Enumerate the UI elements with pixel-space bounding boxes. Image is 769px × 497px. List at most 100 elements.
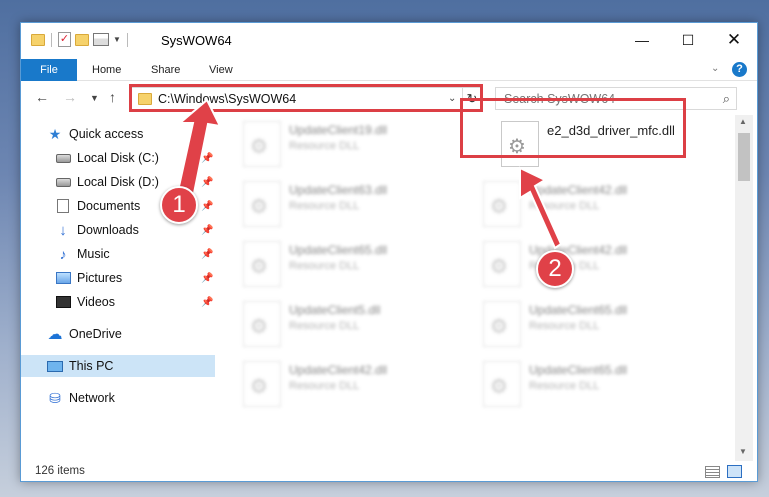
file-list: UpdateClient19.dll Resource DLL e2_d3d_d… [225, 115, 735, 461]
sidebar-item-label: Music [77, 247, 110, 261]
sidebar-item-label: Documents [77, 199, 141, 213]
expand-ribbon-icon[interactable]: ⌄ [711, 63, 719, 74]
new-folder-icon[interactable] [75, 33, 89, 46]
star-icon: ★ [48, 125, 62, 142]
file-name: UpdateClient65.dll [289, 243, 388, 257]
music-icon: ♪ [59, 246, 67, 262]
file-type: Resource DLL [529, 200, 600, 212]
details-view-icon[interactable] [705, 466, 720, 478]
pc-icon [47, 359, 63, 373]
file-highlight-box [460, 98, 686, 158]
scroll-down-icon[interactable]: ▼ [739, 447, 747, 456]
back-button[interactable]: ← [35, 89, 49, 105]
sidebar-item-label: Downloads [77, 223, 139, 237]
dll-file-icon [483, 361, 521, 407]
pin-icon[interactable]: 📌 [201, 225, 213, 236]
dll-file-icon [243, 181, 281, 227]
file-item[interactable]: UpdateClient42.dll Resource DLL [465, 179, 695, 233]
status-bar: 126 items [21, 461, 757, 481]
sidebar-item-videos[interactable]: Videos 📌 [21, 291, 215, 313]
pictures-icon [55, 271, 71, 285]
disk-icon [55, 175, 71, 189]
videos-icon [55, 295, 71, 309]
properties-icon[interactable] [93, 33, 109, 46]
forward-button[interactable]: → [63, 89, 77, 105]
file-item[interactable]: UpdateClient65.dll Resource DLL [465, 299, 695, 353]
recent-locations-icon[interactable]: ▼ [90, 93, 99, 103]
file-type: Resource DLL [289, 320, 360, 332]
dll-file-icon [483, 241, 521, 287]
sidebar-item-onedrive[interactable]: ☁ OneDrive [21, 323, 215, 345]
file-name: UpdateClient5.dll [289, 303, 381, 317]
file-type: Resource DLL [289, 140, 360, 152]
file-name: UpdateClient63.dll [289, 183, 388, 197]
address-highlight-box [129, 84, 483, 112]
file-item[interactable]: UpdateClient65.dll Resource DLL [465, 359, 695, 413]
dll-file-icon [243, 301, 281, 347]
pin-icon[interactable]: 📌 [201, 177, 213, 188]
ribbon-tabs: File Home Share View ⌄ ? [21, 59, 757, 113]
sidebar-item-local-disk-c[interactable]: Local Disk (C:) 📌 [21, 147, 215, 169]
sidebar-item-label: This PC [69, 359, 114, 373]
step-2-badge: 2 [536, 250, 574, 288]
pin-icon[interactable]: 📌 [201, 201, 213, 212]
pin-icon[interactable]: 📌 [201, 273, 213, 284]
folder-icon[interactable] [31, 33, 45, 46]
close-button[interactable]: ✕ [711, 23, 757, 57]
divider [126, 32, 128, 47]
large-icons-view-icon[interactable] [727, 465, 742, 478]
documents-icon [55, 199, 71, 213]
file-type: Resource DLL [289, 380, 360, 392]
title-bar: ✓ ▼ SysWOW64 — ☐ ✕ [21, 23, 757, 59]
scroll-thumb[interactable] [738, 133, 750, 181]
file-item[interactable]: UpdateClient5.dll Resource DLL [225, 299, 455, 353]
tab-share[interactable]: Share [151, 59, 180, 81]
customize-toolbar-icon[interactable]: ▼ [113, 35, 121, 44]
maximize-button[interactable]: ☐ [665, 23, 711, 57]
scroll-up-icon[interactable]: ▲ [739, 117, 747, 126]
sidebar-item-music[interactable]: ♪ Music 📌 [21, 243, 215, 265]
sidebar-item-label: Network [69, 391, 115, 405]
navigation-pane: ★ Quick access Local Disk (C:) 📌 Local D… [21, 115, 215, 461]
properties-check-icon[interactable]: ✓ [58, 32, 71, 47]
file-type: Resource DLL [289, 200, 360, 212]
help-icon[interactable]: ? [732, 62, 747, 77]
quick-access-toolbar: ✓ ▼ [31, 32, 130, 47]
sidebar-item-quick-access[interactable]: ★ Quick access [21, 123, 215, 145]
dll-file-icon [243, 361, 281, 407]
tab-home[interactable]: Home [92, 59, 121, 81]
sidebar-item-label: Videos [77, 295, 115, 309]
sidebar-item-label: OneDrive [69, 327, 122, 341]
file-item[interactable]: UpdateClient65.dll Resource DLL [225, 239, 455, 293]
file-name: UpdateClient19.dll [289, 123, 388, 137]
step-1-badge: 1 [160, 186, 198, 224]
vertical-scrollbar[interactable]: ▲ ▼ [735, 115, 753, 461]
file-name: UpdateClient42.dll [529, 183, 628, 197]
file-item[interactable]: UpdateClient42.dll Resource DLL [225, 359, 455, 413]
tab-view[interactable]: View [209, 59, 233, 81]
divider [51, 32, 52, 47]
window-title: SysWOW64 [161, 33, 232, 48]
sidebar-item-network[interactable]: ⛁ Network [21, 387, 215, 409]
disk-icon [55, 151, 71, 165]
search-icon[interactable]: ⌕ [723, 91, 730, 107]
sidebar-item-label: Pictures [77, 271, 123, 285]
file-item[interactable]: UpdateClient42.dll Resource DLL [465, 239, 695, 293]
dll-file-icon [483, 301, 521, 347]
downloads-icon: ↓ [59, 221, 67, 239]
explorer-window: ✓ ▼ SysWOW64 — ☐ ✕ File Home Share View … [20, 22, 758, 482]
pin-icon[interactable]: 📌 [201, 153, 213, 164]
dll-file-icon [243, 241, 281, 287]
sidebar-item-pictures[interactable]: Pictures 📌 [21, 267, 215, 289]
pin-icon[interactable]: 📌 [201, 249, 213, 260]
up-button[interactable]: ↑ [109, 89, 116, 105]
dll-file-icon [483, 181, 521, 227]
sidebar-item-this-pc[interactable]: This PC [21, 355, 215, 377]
pin-icon[interactable]: 📌 [201, 297, 213, 308]
sidebar-item-label: Quick access [69, 127, 144, 141]
item-count: 126 items [35, 465, 85, 477]
minimize-button[interactable]: — [619, 23, 665, 57]
sidebar-item-label: Local Disk (C:) [77, 151, 159, 165]
file-item[interactable]: UpdateClient63.dll Resource DLL [225, 179, 455, 233]
file-item[interactable]: UpdateClient19.dll Resource DLL [225, 119, 455, 173]
